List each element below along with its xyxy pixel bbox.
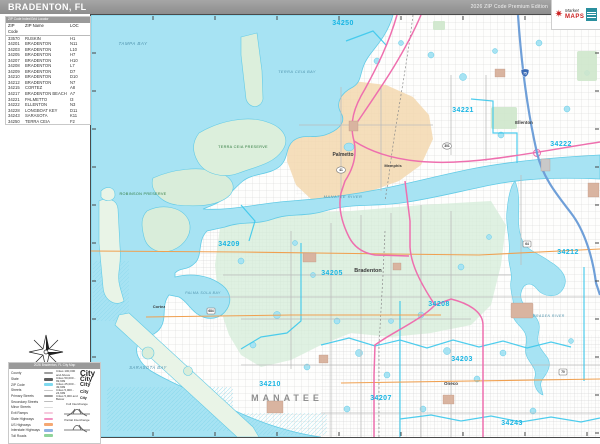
legend-road-row: Toll Roads: [11, 433, 53, 439]
map-canvas: ROBINSON PRESERVE TERRA CEIA PRESERVE TAM…: [90, 14, 600, 438]
road-swatch: [44, 372, 53, 375]
place-label: Cortez: [153, 304, 165, 309]
table-row: 34250 TERRA CEIA F2: [8, 118, 75, 124]
water-label: TERRA CEIA BAY: [278, 70, 316, 74]
page-title: BRADENTON, FL: [8, 2, 87, 12]
svg-text:41: 41: [339, 168, 343, 172]
county-label: MANATEE: [251, 393, 323, 403]
state-shield: 64: [522, 240, 532, 248]
zip-label: 34250: [332, 20, 353, 27]
svg-text:75: 75: [523, 72, 527, 76]
logo-wordmark: Market MAPS: [565, 9, 584, 20]
logo-word-bottom: MAPS: [565, 13, 585, 20]
zip-label: 34212: [557, 249, 578, 256]
water-label: PALMA SOLA BAY: [185, 291, 221, 295]
map-legend: 2026 Bradenton, FL City Map County State Z…: [8, 362, 101, 444]
state-shield: 70: [558, 368, 568, 376]
svg-text:64: 64: [525, 242, 529, 246]
zip-code-index: ZIP Code Index/Grid Locator ZIP Code ZIP…: [5, 16, 91, 126]
road-swatch: [44, 412, 53, 414]
edition-label: 2026 ZIP Code Premium Edition: [470, 4, 548, 10]
zip-label: 34207: [370, 395, 391, 402]
col-zip-code: ZIP Code: [8, 22, 19, 34]
zip-label: 34222: [550, 141, 571, 148]
place-label: Bradenton: [354, 268, 382, 274]
zip-label: 34209: [218, 241, 239, 248]
preserve-label: TERRA CEIA PRESERVE: [218, 145, 268, 149]
place-label: Oneco: [444, 381, 458, 386]
county-name: MANATEE: [251, 393, 323, 403]
col-loc: LOC: [70, 22, 79, 28]
road-swatch: [44, 383, 53, 387]
zip-label: 34203: [451, 356, 472, 363]
water-label: BRADEN RIVER: [533, 314, 564, 318]
us-shield: 301: [442, 142, 452, 150]
zip-label: 34208: [428, 301, 449, 308]
road-swatch: [44, 389, 53, 391]
legend-interchanges: Full Interchange Partial Interchange: [56, 402, 98, 433]
road-swatch: [44, 401, 53, 403]
legend-interchange-row: Full Interchange: [56, 402, 98, 417]
zip-index-rows: 33570 RUSKIN H1 34201 BRADENTON N11 34203 BRADE…: [6, 36, 90, 125]
road-swatch: [44, 406, 53, 408]
zip-label: 34205: [321, 270, 342, 277]
preserve-label: ROBINSON PRESERVE: [119, 192, 166, 196]
place-label: Palmetto: [332, 152, 353, 158]
map-poster: BRADENTON, FL 2026 ZIP Code Premium Edit…: [0, 0, 600, 444]
zip-label: 34221: [452, 107, 473, 114]
svg-text:684: 684: [208, 309, 214, 313]
col-zip-name: ZIP Name: [25, 22, 44, 28]
map-svg: ROBINSON PRESERVE TERRA CEIA PRESERVE TAM…: [91, 15, 600, 437]
road-swatch: [44, 377, 53, 381]
state-shield: 684: [206, 307, 216, 315]
place-label: Memphis: [384, 163, 402, 168]
us-shield: 41: [336, 166, 346, 174]
brand-logo: ✷ Market MAPS: [551, 0, 600, 30]
place-label: Ellenton: [515, 120, 533, 125]
legend-road-types: County State ZIP Code Streets Primary Street…: [11, 371, 53, 439]
road-swatch: [44, 395, 53, 397]
svg-text:70: 70: [561, 370, 565, 374]
water-label: SARASOTA BAY: [129, 365, 167, 370]
zip-label: 34243: [501, 420, 522, 427]
road-swatch: [44, 423, 53, 426]
legend-city-row: Cities 5,000 and Below City: [56, 394, 87, 402]
water-label: TAMPA BAY: [118, 41, 148, 46]
legend-city-sizes: Cities 100,000 and Above City Cities 50,00…: [56, 369, 98, 402]
svg-text:301: 301: [444, 144, 450, 148]
road-swatch: [44, 417, 53, 421]
logo-badge: [586, 8, 598, 21]
water-label: MANATEE RIVER: [324, 194, 363, 199]
logo-star-icon: ✷: [554, 8, 564, 20]
road-swatch: [44, 428, 53, 432]
legend-interchange-row: Partial Interchange: [56, 418, 98, 433]
zip-index-header: ZIP Code ZIP Name LOC: [6, 23, 90, 36]
road-swatch: [44, 434, 53, 438]
title-bar: BRADENTON, FL 2026 ZIP Code Premium Edit…: [0, 0, 600, 14]
zip-label: 34210: [259, 381, 280, 388]
